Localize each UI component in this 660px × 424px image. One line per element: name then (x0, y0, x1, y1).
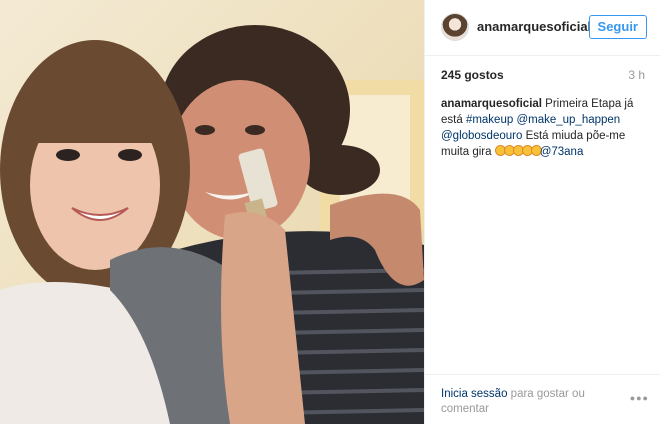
instagram-post: anamarquesoficial Seguir 245 gostos 3 h … (0, 0, 660, 424)
login-prompt: Inicia sessão para gostar ou comentar (441, 387, 611, 417)
fringe-left (30, 95, 160, 143)
eye-right-2 (245, 125, 265, 135)
follow-button[interactable]: Seguir (588, 15, 647, 39)
eye-left-1 (56, 149, 80, 161)
avatar[interactable] (441, 13, 469, 41)
mention-73ana[interactable]: @73ana (540, 146, 584, 158)
post-footer: Inicia sessão para gostar ou comentar ●●… (425, 374, 660, 424)
ponytail (300, 145, 380, 195)
eye-left-2 (118, 149, 142, 161)
post-time[interactable]: 3 h (628, 68, 645, 82)
post-caption: anamarquesoficial Primeira Etapa já está… (441, 96, 645, 160)
mention-make-up-happen[interactable]: @make_up_happen (513, 114, 620, 126)
username-link[interactable]: anamarquesoficial (477, 19, 591, 34)
heart-eyes-emoji-group (494, 145, 542, 158)
photo-illustration (0, 25, 424, 424)
post-meta: 245 gostos 3 h (441, 68, 645, 84)
ellipsis-icon[interactable]: ●●● (630, 393, 649, 403)
login-link[interactable]: Inicia sessão (441, 388, 507, 400)
eye-right-1 (195, 125, 215, 135)
caption-username[interactable]: anamarquesoficial (441, 98, 542, 110)
hashtag-makeup[interactable]: #makeup (466, 114, 513, 126)
post-photo[interactable] (0, 0, 424, 424)
likes-count[interactable]: 245 gostos (441, 68, 504, 82)
post-side-panel: anamarquesoficial Seguir 245 gostos 3 h … (424, 0, 660, 424)
post-header: anamarquesoficial Seguir (425, 0, 660, 56)
mention-globosdeouro[interactable]: @globosdeouro (441, 130, 522, 142)
